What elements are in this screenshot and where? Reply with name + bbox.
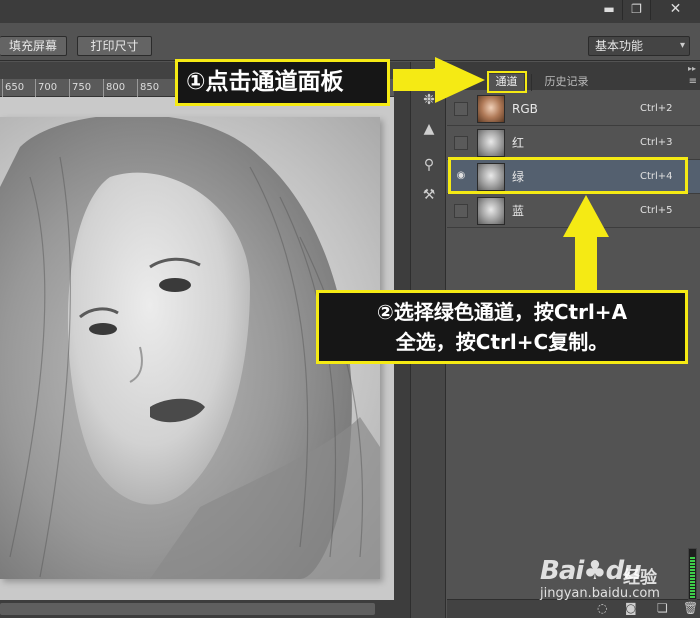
channel-shortcut: Ctrl+2: [640, 103, 673, 114]
step2-line2: 全选，按Ctrl+C复制。: [395, 330, 609, 354]
green-channel-highlight: [448, 157, 688, 194]
ruler-mark: [137, 79, 138, 97]
channel-shortcut: Ctrl+3: [640, 137, 673, 148]
visibility-toggle[interactable]: [454, 204, 468, 218]
ruler-mark: [35, 79, 36, 97]
maximize-button[interactable]: ❐: [622, 0, 650, 20]
ruler-tick: 650: [5, 82, 25, 93]
minimize-button[interactable]: ▬: [596, 0, 622, 20]
collapse-arrows-icon[interactable]: ▸▸: [688, 64, 696, 73]
workspace-label: 基本功能: [595, 39, 644, 53]
title-bar: ▬ ❐ ✕: [0, 0, 700, 23]
close-icon: ✕: [669, 1, 682, 17]
watermark-sub: 经验: [623, 568, 657, 588]
horizontal-scroll-thumb[interactable]: [0, 603, 375, 615]
print-size-button[interactable]: 打印尺寸: [77, 36, 152, 56]
visibility-toggle[interactable]: [454, 102, 468, 116]
arrow-up-head: [563, 195, 609, 237]
channel-name: 红: [512, 136, 525, 150]
tab-history[interactable]: 历史记录: [531, 74, 601, 91]
histogram-icon[interactable]: ▲: [419, 119, 439, 139]
horizontal-scrollbar[interactable]: [0, 600, 394, 618]
step2-line1: ②选择绿色通道，按Ctrl+A: [376, 300, 628, 324]
baidu-watermark: Bai♣du 经验 jingyan.baidu.com: [540, 548, 700, 608]
arrow-right-head: [435, 57, 485, 103]
ruler-tick: 700: [38, 82, 58, 93]
tool-preset-icon[interactable]: ⚒: [419, 185, 439, 205]
restore-icon: ❐: [631, 2, 642, 16]
watermark-url: jingyan.baidu.com: [540, 586, 660, 601]
channel-row-red[interactable]: 红 Ctrl+3: [447, 126, 700, 160]
minimize-icon: ▬: [603, 2, 615, 16]
ruler-mark: [103, 79, 104, 97]
visibility-toggle[interactable]: [454, 136, 468, 150]
fill-screen-button[interactable]: 填充屏幕: [0, 36, 67, 56]
ruler-mark: [2, 79, 3, 97]
step2-callout: ②选择绿色通道，按Ctrl+A 全选，按Ctrl+C复制。: [316, 290, 688, 364]
channel-name: RGB: [512, 102, 538, 116]
step1-callout: ①点击通道面板: [175, 59, 390, 106]
ruler-tick: 800: [106, 82, 126, 93]
brush-icon[interactable]: ⚲: [419, 155, 439, 175]
arrow-up-shape: [575, 234, 597, 290]
ruler-tick: 850: [140, 82, 160, 93]
channel-name: 蓝: [512, 204, 525, 218]
chevron-down-icon: ▾: [679, 40, 685, 51]
channel-thumbnail: [477, 197, 505, 225]
channel-thumbnail: [477, 129, 505, 157]
close-button[interactable]: ✕: [650, 0, 700, 20]
workspace-select[interactable]: 基本功能 ▾: [588, 36, 690, 56]
channels-tab-highlight: [487, 71, 527, 93]
arrow-right-shape: [393, 69, 437, 91]
channel-shortcut: Ctrl+5: [640, 205, 673, 216]
ruler-mark: [69, 79, 70, 97]
panel-menu-icon[interactable]: ≡: [689, 76, 697, 87]
ruler-tick: 750: [72, 82, 92, 93]
